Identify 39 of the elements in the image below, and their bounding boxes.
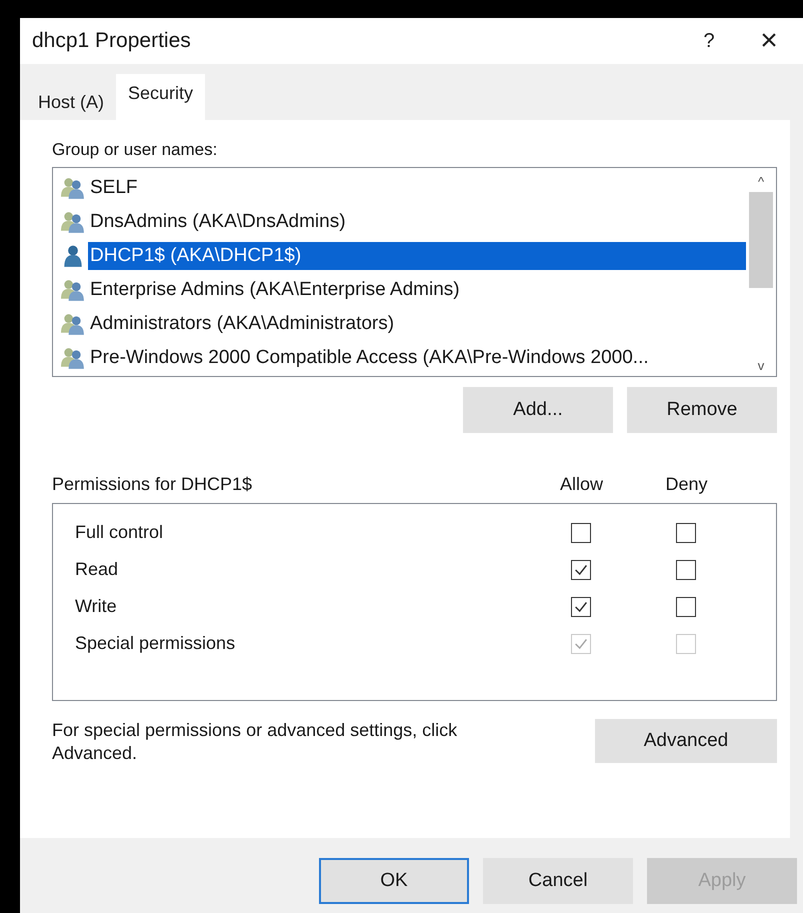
list-item[interactable]: Pre-Windows 2000 Compatible Access (AKA\Pre-Windows 2000... (88, 344, 651, 372)
permission-name: Special permissions (75, 633, 236, 654)
close-button[interactable]: × (739, 23, 799, 59)
users-icon (61, 279, 85, 301)
column-header: Deny (664, 474, 709, 494)
column-header: Allow (558, 474, 604, 494)
dialog-button[interactable]: OK (319, 858, 469, 904)
advanced-button[interactable]: Advanced (595, 719, 777, 763)
permission-name: Write (75, 596, 118, 617)
help-button[interactable]: ? (679, 28, 739, 54)
action-button[interactable]: Add... (463, 387, 613, 433)
tab[interactable]: Security (116, 74, 206, 120)
window-title: dhcp1 Properties (32, 29, 192, 53)
dialog-button[interactable]: Cancel (483, 858, 633, 904)
allow-checkbox[interactable] (570, 522, 590, 542)
allow-checkbox[interactable] (570, 596, 590, 616)
list-item[interactable]: Administrators (AKA\Administrators) (88, 310, 396, 338)
permission-name: Read (75, 559, 120, 580)
action-button[interactable]: Remove (627, 387, 777, 433)
deny-checkbox[interactable] (676, 522, 696, 542)
user-list[interactable]: SELF DnsAdmins (AKA\DnsAdmins) DHCP1$ (AKA\DHCP1$) Enterprise Admins (AKA\Enterprise Admins) Administrators (AKA\Administrators) Pre-Windows 2000 Compatible Access (AKA\Pre-Windows 2000... ^ v (52, 167, 777, 377)
allow-checkbox[interactable] (570, 560, 590, 580)
scroll-down-arrow[interactable]: v (758, 352, 764, 376)
users-icon (61, 211, 85, 233)
deny-checkbox[interactable] (676, 560, 696, 580)
scrollbar-thumb[interactable] (749, 192, 773, 288)
advanced-hint: For special permissions or advanced settings, click Advanced. (52, 719, 458, 765)
deny-checkbox[interactable] (676, 596, 696, 616)
list-label: Group or user names: (52, 140, 218, 160)
scroll-up-arrow[interactable]: ^ (758, 168, 764, 192)
users-icon (61, 347, 85, 369)
permission-name: Full control (75, 522, 164, 543)
users-icon (61, 313, 85, 335)
list-item[interactable]: SELF (88, 174, 140, 202)
list-item[interactable]: DnsAdmins (AKA\DnsAdmins) (88, 208, 348, 236)
list-item[interactable]: DHCP1$ (AKA\DHCP1$) (88, 242, 746, 270)
users-icon (61, 177, 85, 199)
permissions-label: Permissions for DHCP1$ (52, 474, 254, 494)
list-item[interactable]: Enterprise Admins (AKA\Enterprise Admins) (88, 276, 462, 304)
